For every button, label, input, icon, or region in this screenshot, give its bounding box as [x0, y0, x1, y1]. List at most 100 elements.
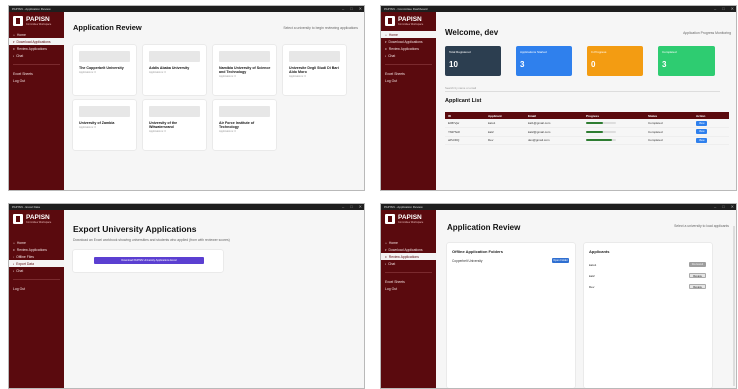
card-meta: Applications: 0 — [149, 130, 166, 133]
nav-home[interactable]: ⌂ Home — [381, 31, 436, 38]
nav-offline-files[interactable]: ▫ Offline Files — [9, 253, 64, 260]
card-thumbnail — [149, 106, 200, 117]
offline-folders-panel: Offline Application Folders Copperbelt U… — [447, 243, 575, 388]
cell-status: Completed — [645, 127, 693, 137]
university-card[interactable]: The Copperbelt University Applications: 0 — [73, 45, 136, 95]
nav-chat[interactable]: ▪ Chat — [9, 52, 64, 59]
brand-sub: Committee Workspace — [398, 22, 424, 26]
page-hint: Select a university to load applicants — [674, 224, 729, 228]
home-icon: ⌂ — [13, 32, 15, 37]
review-button[interactable]: Review — [689, 273, 706, 278]
progress-bar — [586, 122, 616, 125]
brand-name: PAPISN — [398, 15, 422, 23]
review-icon: ≡ — [385, 254, 387, 259]
view-button[interactable]: View — [696, 129, 708, 135]
nav-label: Excel Sheets — [13, 71, 33, 76]
reviewed-button[interactable]: Reviewed — [689, 262, 706, 267]
stat-label: Completed — [662, 50, 677, 54]
export-panel: Download PAPISN University Applications … — [73, 250, 223, 272]
column-header: Action — [693, 112, 729, 119]
brand-sub: Committee Workspace — [398, 220, 424, 224]
stat-value: 0 — [591, 60, 596, 69]
university-card[interactable]: University of the Witwatersrand Applicati… — [143, 100, 206, 150]
progress-fill — [586, 139, 612, 142]
brand-sub: Committee Workspace — [26, 22, 52, 26]
nav-label: Excel Sheets — [385, 279, 405, 284]
card-meta: Applications: 0 — [219, 75, 236, 78]
page-title: Export University Applications — [73, 224, 197, 234]
university-card[interactable]: Namibia University of Science and Techno… — [213, 45, 276, 95]
section-title: Applicant List — [445, 98, 482, 104]
nav-home[interactable]: ⌂ Home — [9, 239, 64, 246]
panel-title: Applicants — [589, 249, 610, 254]
nav-label: Export Data — [16, 261, 34, 266]
nav-label: Log Out — [13, 78, 26, 83]
cell-name: kato1 — [485, 119, 525, 128]
scrollbar[interactable] — [733, 226, 735, 386]
card-title: The Copperbelt University — [79, 66, 124, 70]
applicants-panel: Applicants kato1 Reviewed kat2 Review De… — [584, 243, 712, 388]
view-button[interactable]: View — [696, 137, 708, 143]
view-button[interactable]: View — [696, 120, 708, 126]
nav-chat[interactable]: ▪ Chat — [9, 267, 64, 274]
university-card[interactable]: Universite Degli Studi Di Bari Aldo Moro… — [283, 45, 346, 95]
review-button[interactable]: Review — [689, 284, 706, 289]
nav-label: Chat — [388, 261, 396, 266]
nav-excel-sheets[interactable]: Excel Sheets — [9, 70, 64, 77]
nav-download-applications[interactable]: ▾ Download Applications — [381, 38, 436, 45]
cell-id: Y6tPTeR — [445, 127, 485, 137]
stat-value: 10 — [449, 60, 458, 69]
card-title: Namibia University of Science and Techno… — [219, 66, 271, 75]
nav-chat[interactable]: ▪ Chat — [381, 260, 436, 267]
nav-chat[interactable]: ▪ Chat — [381, 52, 436, 59]
download-excel-button[interactable]: Download PAPISN University Applications … — [94, 257, 204, 264]
nav-log-out[interactable]: Log Out — [9, 77, 64, 84]
university-card[interactable]: University of Zambia Applications: 0 — [73, 100, 136, 150]
nav-log-out[interactable]: Log Out — [381, 77, 436, 84]
nav-excel-sheets[interactable]: Excel Sheets — [381, 278, 436, 285]
nav-label: Review Applications — [388, 46, 419, 51]
nav-review-applications[interactable]: ≡ Review Applications — [9, 246, 64, 253]
nav-log-out[interactable]: Log Out — [381, 285, 436, 292]
sidebar: PAPISN Committee Workspace ⌂ Home ▾ Downloa… — [381, 12, 436, 190]
university-card[interactable]: Addis Ababa University Applications: 0 — [143, 45, 206, 95]
main-content: Application Review Select a university t… — [436, 210, 736, 388]
nav-export-data[interactable]: ▪ Export Data — [9, 260, 64, 267]
nav-log-out[interactable]: Log Out — [9, 285, 64, 292]
brand-name: PAPISN — [398, 213, 422, 221]
nav-download-applications[interactable]: ▾ Download Applications — [381, 246, 436, 253]
divider — [385, 272, 432, 273]
nav-home[interactable]: ⌂ Home — [381, 239, 436, 246]
logo-icon — [13, 16, 23, 26]
cell-email: kat2@gmail.com — [525, 127, 583, 137]
brand-name: PAPISN — [26, 15, 50, 23]
nav-label: Home — [16, 32, 26, 37]
nav-review-applications[interactable]: ≡ Review Applications — [381, 45, 436, 52]
card-thumbnail — [219, 51, 270, 62]
review-icon: ≡ — [13, 46, 15, 51]
brand-sub: Committee Workspace — [26, 220, 52, 224]
cell-name: kat2 — [485, 127, 525, 137]
nav-review-applications[interactable]: ≡ Review Applications — [381, 253, 436, 260]
stat-label: Total Registered — [449, 50, 471, 54]
window-application-review: PAPISN - Application Review – □ ✕ PAPISN Com… — [8, 5, 365, 191]
table-row: aPHrDQ Dev dev@gmail.com Completed View — [445, 136, 729, 145]
nav-review-applications[interactable]: ≡ Review Applications — [9, 45, 64, 52]
cell-id: E0fFVjw — [445, 119, 485, 128]
table-row: E0fFVjw kato1 kat1@gmail.com Completed View — [445, 119, 729, 128]
progress-bar — [586, 130, 616, 133]
search-input[interactable]: Search by name or email — [445, 86, 720, 92]
nav-home[interactable]: ⌂ Home — [9, 31, 64, 38]
main-content: Application Review Select a university t… — [64, 12, 364, 190]
open-folder-button[interactable]: Open Folder — [552, 258, 569, 263]
nav-download-applications[interactable]: ▾ Download Applications — [9, 38, 64, 45]
nav-excel-sheets[interactable]: Excel Sheets — [381, 70, 436, 77]
folder-icon: ▫ — [13, 254, 15, 259]
university-card[interactable]: Air Force Institute of Technology Applica… — [213, 100, 276, 150]
column-header: Status — [645, 112, 693, 119]
cell-action: View — [693, 127, 729, 137]
folder-item[interactable]: Copperbelt University — [452, 259, 482, 263]
brand: PAPISN Committee Workspace — [9, 210, 64, 227]
table-row: Y6tPTeR kat2 kat2@gmail.com Completed View — [445, 127, 729, 137]
stat-applications-started: Applications Started 3 — [516, 46, 572, 76]
